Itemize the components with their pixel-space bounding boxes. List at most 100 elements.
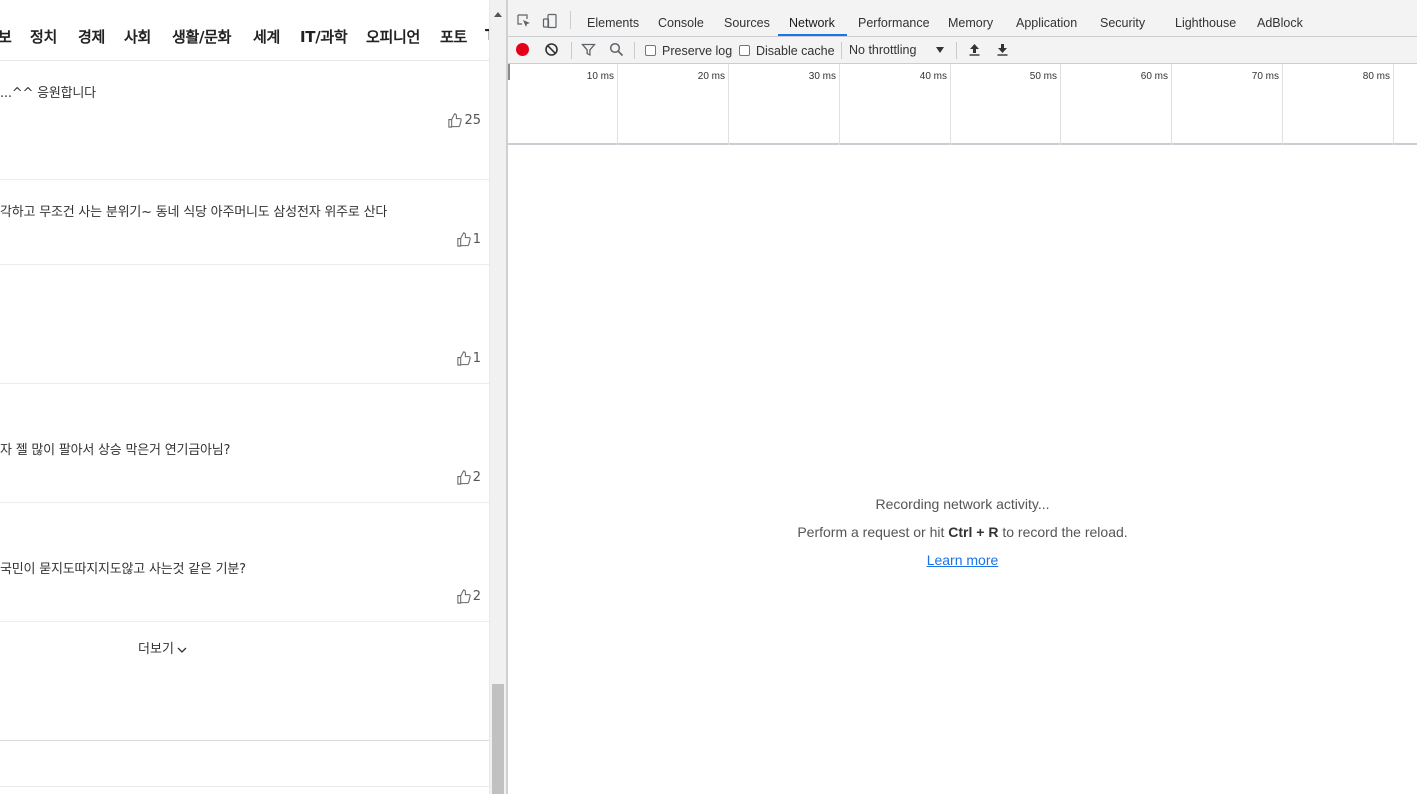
like-count: 25: [464, 113, 481, 128]
news-page: 보 정치 경제 사회 생활/문화 세계 IT/과학 오피니언 포토 T ...^…: [0, 0, 489, 794]
network-empty-state: Recording network activity... Perform a …: [508, 146, 1417, 794]
toolbar-separator: [570, 11, 571, 29]
comment-item: 자 젤 많이 팔아서 상승 막은거 연기금아님? 2: [0, 384, 489, 503]
device-toolbar-icon[interactable]: [542, 13, 558, 29]
nav-item-photo[interactable]: 포토: [440, 26, 467, 47]
recording-status: Recording network activity...: [875, 496, 1050, 512]
thumbs-up-icon: [457, 470, 471, 485]
toolbar-separator: [571, 42, 572, 59]
timeline-tick: 20 ms: [618, 64, 729, 145]
checkbox-box[interactable]: [645, 45, 656, 56]
tab-elements[interactable]: Elements: [587, 0, 639, 37]
nav-item-world[interactable]: 세계: [253, 26, 280, 47]
like-count: 1: [472, 232, 481, 247]
tab-adblock[interactable]: AdBlock: [1257, 0, 1303, 37]
nav-item-society[interactable]: 사회: [124, 26, 151, 47]
hint-suffix: to record the reload.: [998, 524, 1128, 540]
clear-icon[interactable]: [544, 42, 559, 57]
comment-text: ...^^ 응원합니다: [0, 86, 96, 101]
tick-label: 80 ms: [1362, 71, 1390, 82]
comment-item: 각하고 무조건 사는 분위기~ 동네 식당 아주머니도 삼성전자 위주로 산다 …: [0, 146, 489, 265]
network-toolbar: Preserve log Disable cache No throttling: [508, 37, 1417, 64]
like-count: 1: [472, 351, 481, 366]
scroll-thumb[interactable]: [492, 684, 504, 794]
tick-label: 40 ms: [919, 71, 947, 82]
reload-shortcut: Ctrl + R: [948, 524, 999, 540]
inspect-element-icon[interactable]: [516, 13, 532, 29]
nav-item-economy[interactable]: 경제: [78, 26, 105, 47]
disable-cache-checkbox[interactable]: Disable cache: [739, 43, 835, 58]
comment-text: 국민이 묻지도따지지도않고 사는것 같은 기분?: [0, 562, 246, 577]
like-button[interactable]: 2: [456, 589, 481, 604]
comment-item: 국민이 묻지도따지지도않고 사는것 같은 기분? 2: [0, 503, 489, 622]
section-divider: [0, 786, 489, 787]
learn-more-link[interactable]: Learn more: [927, 552, 999, 568]
preserve-log-label: Preserve log: [662, 43, 733, 58]
toolbar-separator: [956, 42, 957, 59]
comment-text: 각하고 무조건 사는 분위기~ 동네 식당 아주머니도 삼성전자 위주로 산다: [0, 205, 388, 220]
devtools-panel: Elements Console Sources Network Perform…: [508, 0, 1417, 794]
page-scrollbar[interactable]: [489, 0, 506, 794]
record-button[interactable]: [516, 43, 529, 56]
tick-label: 70 ms: [1251, 71, 1279, 82]
timeline-tick: 80 ms: [1283, 64, 1394, 145]
section-divider: [0, 740, 489, 741]
toolbar-separator: [841, 42, 842, 59]
disable-cache-label: Disable cache: [756, 43, 835, 58]
like-button[interactable]: 1: [456, 232, 481, 247]
learn-more-wrapper: Learn more: [508, 552, 1417, 568]
import-har-icon[interactable]: [967, 42, 982, 57]
timeline-tick: 60 ms: [1061, 64, 1172, 145]
checkbox-box[interactable]: [739, 45, 750, 56]
network-timeline-overview[interactable]: 10 ms 20 ms 30 ms 40 ms 50 ms 60 ms 70 m…: [508, 64, 1417, 145]
search-icon[interactable]: [609, 42, 624, 57]
export-har-icon[interactable]: [995, 42, 1010, 57]
nav-item-partial[interactable]: 보: [0, 26, 12, 47]
load-more-label: 더보기: [138, 642, 174, 657]
tab-console[interactable]: Console: [658, 0, 704, 37]
active-tab-indicator: [778, 34, 847, 36]
preserve-log-checkbox[interactable]: Preserve log: [645, 43, 732, 58]
timeline-tick: 50 ms: [951, 64, 1061, 145]
thumbs-up-icon: [448, 113, 463, 128]
comment-item: 1: [0, 265, 489, 384]
load-more-button[interactable]: 더보기: [0, 638, 325, 657]
recording-hint: Perform a request or hit Ctrl + R to rec…: [508, 524, 1417, 540]
tab-network[interactable]: Network: [789, 0, 835, 37]
nav-item-it-science[interactable]: IT/과학: [300, 26, 348, 47]
timeline-tick: 70 ms: [1172, 64, 1283, 145]
timeline-tick: 10 ms: [508, 64, 618, 145]
comment-text: 자 젤 많이 팔아서 상승 막은거 연기금아님?: [0, 443, 231, 458]
tab-performance[interactable]: Performance: [858, 0, 930, 37]
devtools-tab-bar: Elements Console Sources Network Perform…: [508, 0, 1417, 37]
hint-prefix: Perform a request or hit: [797, 524, 949, 540]
thumbs-up-icon: [457, 351, 471, 366]
like-button[interactable]: 1: [456, 351, 481, 366]
tab-memory[interactable]: Memory: [948, 0, 993, 37]
category-nav: 보 정치 경제 사회 생활/문화 세계 IT/과학 오피니언 포토 T: [0, 0, 489, 61]
thumbs-up-icon: [457, 589, 471, 604]
like-button[interactable]: 25: [447, 113, 481, 128]
tick-label: 60 ms: [1140, 71, 1168, 82]
nav-item-politics[interactable]: 정치: [30, 26, 57, 47]
scroll-up-arrow-icon[interactable]: [494, 12, 502, 17]
like-button[interactable]: 2: [456, 470, 481, 485]
throttling-select[interactable]: No throttling: [849, 43, 916, 57]
thumbs-up-icon: [457, 232, 471, 247]
nav-item-life-culture[interactable]: 생활/문화: [172, 26, 231, 47]
timeline-tick: 40 ms: [840, 64, 951, 145]
browser-window: 보 정치 경제 사회 생활/문화 세계 IT/과학 오피니언 포토 T ...^…: [0, 0, 1417, 794]
chevron-down-icon: [177, 647, 187, 653]
dropdown-arrow-icon[interactable]: [936, 47, 944, 53]
tick-label: 50 ms: [1029, 71, 1057, 82]
filter-icon[interactable]: [581, 42, 596, 57]
tab-security[interactable]: Security: [1100, 0, 1145, 37]
tick-label: 10 ms: [586, 71, 614, 82]
tab-lighthouse[interactable]: Lighthouse: [1175, 0, 1236, 37]
tab-sources[interactable]: Sources: [724, 0, 770, 37]
tick-label: 20 ms: [697, 71, 725, 82]
nav-item-opinion[interactable]: 오피니언: [366, 26, 420, 47]
toolbar-separator: [634, 42, 635, 59]
tab-application[interactable]: Application: [1016, 0, 1077, 37]
like-count: 2: [472, 589, 481, 604]
